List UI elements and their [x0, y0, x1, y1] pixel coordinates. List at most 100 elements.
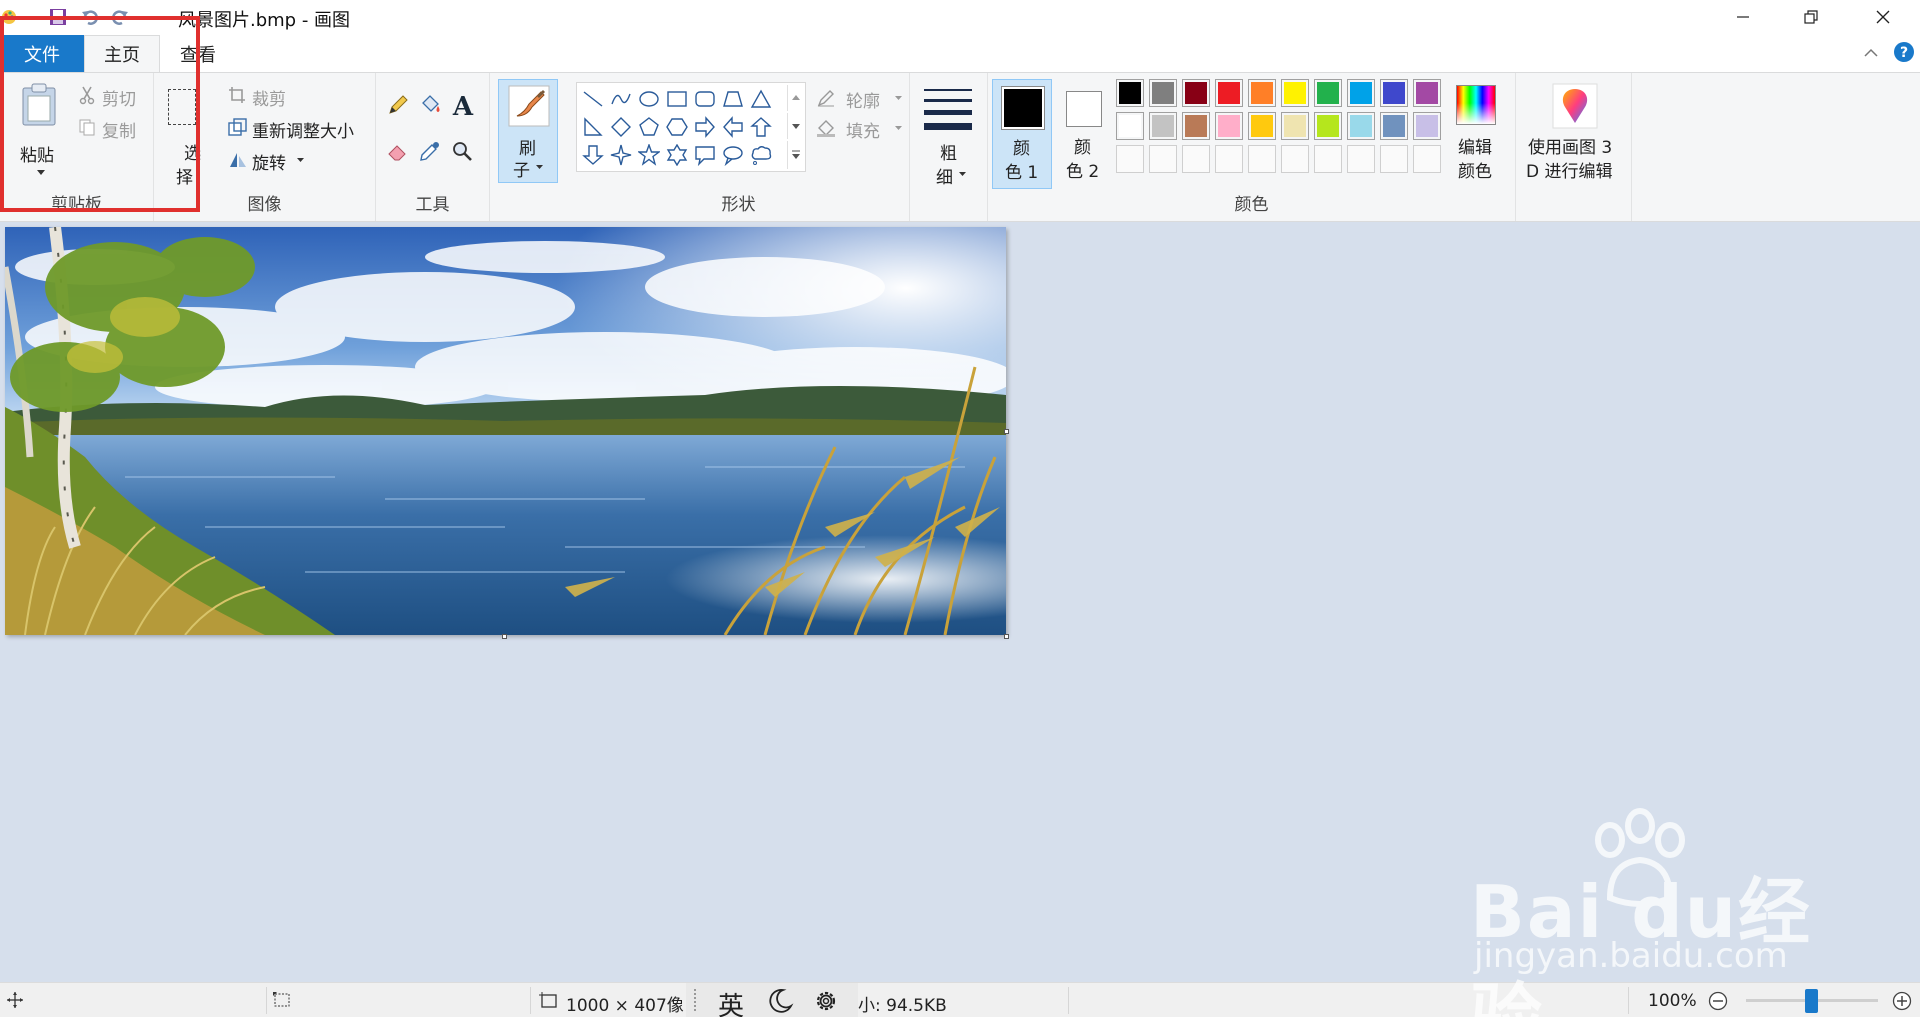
color1-button[interactable]: 颜 色 1 — [992, 79, 1052, 189]
undo-icon[interactable] — [80, 7, 100, 27]
cut-button[interactable]: 剪切 — [78, 83, 148, 110]
landscape-image[interactable] — [5, 227, 1006, 635]
tab-view[interactable]: 查看 — [160, 35, 236, 72]
color-swatch[interactable] — [1248, 79, 1276, 107]
color-swatch[interactable] — [1281, 112, 1309, 140]
shape-six-point-star[interactable] — [663, 141, 691, 169]
crop-button[interactable]: 裁剪 — [226, 83, 346, 110]
paste-button[interactable]: 粘贴 — [6, 79, 72, 189]
custom-color-slot[interactable] — [1413, 145, 1441, 173]
shape-left-arrow[interactable] — [719, 113, 747, 141]
custom-color-slot[interactable] — [1182, 145, 1210, 173]
redo-icon[interactable] — [110, 7, 130, 27]
shape-five-point-star[interactable] — [635, 141, 663, 169]
shape-diamond[interactable] — [607, 113, 635, 141]
shapes-scroll-down[interactable] — [787, 113, 803, 139]
shape-rectangle[interactable] — [663, 85, 691, 113]
custom-color-slot[interactable] — [1248, 145, 1276, 173]
tab-home[interactable]: 主页 — [84, 35, 160, 72]
color-swatch[interactable] — [1380, 79, 1408, 107]
shape-oval[interactable] — [635, 85, 663, 113]
zoom-out-icon[interactable] — [1708, 991, 1728, 1011]
ime-grip[interactable] — [694, 989, 698, 1011]
customize-quick-access-icon[interactable] — [140, 7, 160, 27]
color-swatch[interactable] — [1149, 79, 1177, 107]
color-swatch[interactable] — [1182, 112, 1210, 140]
collapse-ribbon-icon[interactable] — [1862, 44, 1880, 62]
color-swatch[interactable] — [1314, 79, 1342, 107]
shape-line[interactable] — [579, 85, 607, 113]
color-picker-icon[interactable] — [418, 139, 442, 163]
color-swatch[interactable] — [1413, 112, 1441, 140]
shape-oval-callout[interactable] — [719, 141, 747, 169]
shape-rect-callout[interactable] — [691, 141, 719, 169]
gear-icon[interactable] — [812, 987, 840, 1015]
shape-polygon[interactable] — [719, 85, 747, 113]
ime-language-toggle[interactable]: 英 — [718, 986, 744, 1017]
color-swatch[interactable] — [1248, 112, 1276, 140]
moon-icon[interactable] — [766, 987, 794, 1015]
color-swatch[interactable] — [1347, 112, 1375, 140]
color-swatch[interactable] — [1116, 79, 1144, 107]
custom-color-slot[interactable] — [1380, 145, 1408, 173]
resize-handle-bottom[interactable] — [502, 634, 507, 639]
close-button[interactable] — [1852, 0, 1914, 34]
fill-button[interactable]: 填充 — [816, 115, 906, 142]
rotate-button[interactable]: 旋转 — [226, 147, 326, 174]
fill-bucket-icon[interactable] — [418, 93, 442, 117]
tab-file[interactable]: 文件 — [0, 35, 84, 72]
size-button[interactable]: 粗 细 — [916, 79, 980, 189]
zoom-in-icon[interactable] — [1892, 991, 1912, 1011]
copy-button[interactable]: 复制 — [78, 115, 148, 142]
select-button[interactable]: 选 择 — [160, 79, 206, 191]
shapes-expand[interactable] — [787, 141, 803, 169]
minimize-button[interactable] — [1712, 0, 1774, 34]
shape-four-point-star[interactable] — [607, 141, 635, 169]
color-swatch[interactable] — [1116, 112, 1144, 140]
custom-color-slot[interactable] — [1281, 145, 1309, 173]
color-swatch[interactable] — [1347, 79, 1375, 107]
color-swatch[interactable] — [1314, 112, 1342, 140]
shape-right-triangle[interactable] — [579, 113, 607, 141]
help-icon[interactable]: ? — [1893, 41, 1915, 63]
shape-cloud-callout[interactable] — [747, 141, 775, 169]
shape-curve[interactable] — [607, 85, 635, 113]
eraser-icon[interactable] — [386, 139, 410, 163]
custom-color-slot[interactable] — [1314, 145, 1342, 173]
pencil-icon[interactable] — [386, 93, 410, 117]
shape-triangle[interactable] — [747, 85, 775, 113]
color-swatch[interactable] — [1215, 112, 1243, 140]
edit-colors-button[interactable]: 编辑 颜色 — [1446, 79, 1506, 189]
shape-rounded-rectangle[interactable] — [691, 85, 719, 113]
shape-right-arrow[interactable] — [691, 113, 719, 141]
paint-app-icon[interactable] — [0, 7, 20, 27]
shape-hexagon[interactable] — [663, 113, 691, 141]
text-tool-icon[interactable]: A — [450, 91, 476, 119]
color-swatch[interactable] — [1413, 79, 1441, 107]
color-swatch[interactable] — [1149, 112, 1177, 140]
shape-pentagon[interactable] — [635, 113, 663, 141]
canvas-workspace[interactable] — [0, 222, 1920, 982]
color-swatch[interactable] — [1182, 79, 1210, 107]
color-swatch[interactable] — [1215, 79, 1243, 107]
color2-button[interactable]: 颜 色 2 — [1054, 79, 1114, 189]
shape-up-arrow[interactable] — [747, 113, 775, 141]
restore-button[interactable] — [1780, 0, 1842, 34]
outline-button[interactable]: 轮廓 — [816, 85, 906, 112]
shapes-scroll-up[interactable] — [787, 85, 803, 111]
color-swatch[interactable] — [1380, 112, 1408, 140]
color-swatch[interactable] — [1281, 79, 1309, 107]
magnifier-icon[interactable] — [450, 139, 474, 163]
resize-handle-corner[interactable] — [1004, 634, 1009, 639]
custom-color-slot[interactable] — [1116, 145, 1144, 173]
resize-handle-right[interactable] — [1004, 429, 1009, 434]
brushes-button[interactable]: 刷 子 — [498, 79, 558, 183]
paint3d-button[interactable]: 使用画图 3 D 进行编辑 — [1520, 79, 1628, 189]
custom-color-slot[interactable] — [1215, 145, 1243, 173]
save-icon[interactable] — [48, 7, 68, 27]
resize-button[interactable]: 重新调整大小 — [226, 115, 372, 142]
custom-color-slot[interactable] — [1149, 145, 1177, 173]
custom-color-slot[interactable] — [1347, 145, 1375, 173]
zoom-slider-thumb[interactable] — [1805, 989, 1818, 1013]
shape-down-arrow[interactable] — [579, 141, 607, 169]
